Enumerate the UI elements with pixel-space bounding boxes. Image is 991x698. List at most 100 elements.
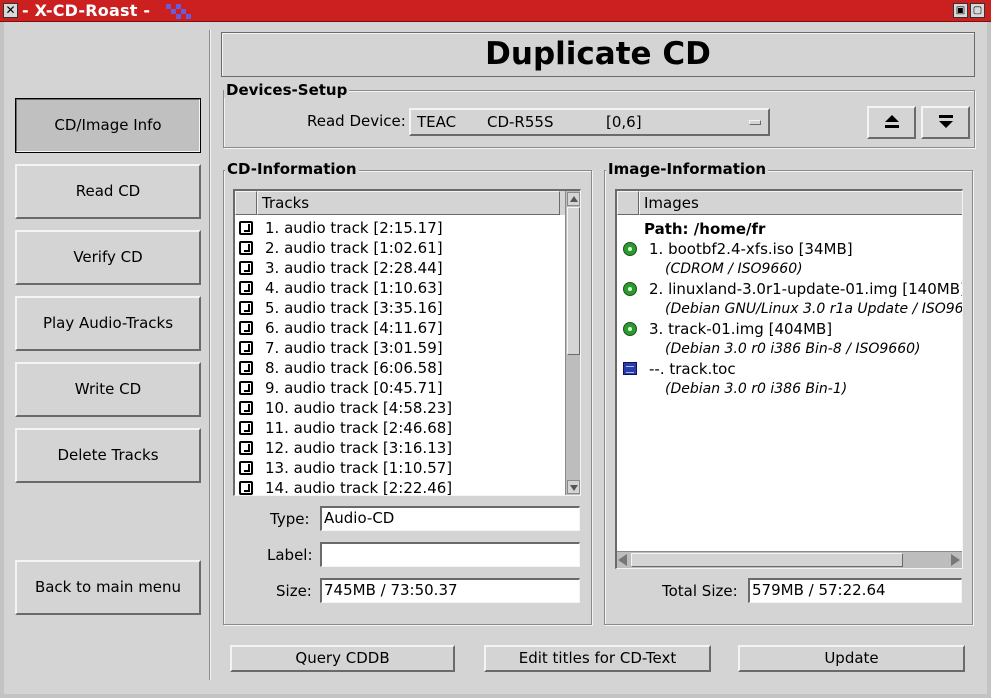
window-title-text: X-CD-Roast (34, 1, 138, 20)
eject-bar-icon (885, 125, 899, 128)
back-to-main-menu-button[interactable]: Back to main menu (15, 560, 201, 615)
track-row[interactable]: 8. audio track [6:06.58] (235, 358, 563, 378)
audio-track-icon (239, 421, 253, 435)
total-size-label: Total Size: (662, 582, 738, 600)
cd-image-icon (623, 242, 637, 256)
track-row[interactable]: 13. audio track [1:10.57] (235, 458, 563, 478)
track-label: 1. audio track [2:15.17] (265, 219, 443, 237)
audio-track-icon (239, 341, 253, 355)
sidebar-item-cd-image-info[interactable]: CD/Image Info (15, 98, 201, 153)
track-label: 3. audio track [2:28.44] (265, 259, 443, 277)
devices-setup-title: Devices-Setup (224, 81, 350, 99)
tracks-list[interactable]: Tracks 1. audio track [2:15.17] 2. audio … (233, 189, 581, 496)
type-field[interactable]: Audio-CD (320, 506, 580, 531)
sidebar-item-play-audio-tracks[interactable]: Play Audio-Tracks (15, 296, 201, 351)
option-menu-indicator-icon (749, 120, 761, 125)
track-label: 2. audio track [1:02.61] (265, 239, 443, 257)
images-column-header[interactable]: Images (639, 191, 962, 215)
image-row[interactable]: 3. track-01.img [404MB] (617, 319, 962, 339)
sidebar-item-verify-cd[interactable]: Verify CD (15, 230, 201, 285)
audio-track-icon (239, 381, 253, 395)
maximize-button[interactable]: ▢ (970, 3, 985, 18)
sidebar-item-delete-tracks[interactable]: Delete Tracks (15, 428, 201, 483)
audio-track-icon (239, 321, 253, 335)
image-name: 2. linuxland-3.0r1-update-01.img [140MB] (649, 280, 963, 298)
scroll-right-arrow-icon[interactable] (951, 554, 960, 566)
image-information-title: Image-Information (606, 160, 769, 178)
load-tray-icon (939, 121, 953, 128)
tracks-vertical-scrollbar[interactable] (565, 191, 580, 495)
image-description: (CDROM / ISO9660) (665, 261, 803, 277)
audio-track-icon (239, 361, 253, 375)
tracks-list-header: Tracks (235, 191, 565, 215)
tracks-icon-column-header[interactable] (235, 191, 257, 215)
track-row[interactable]: 3. audio track [2:28.44] (235, 258, 563, 278)
cd-image-icon (623, 322, 637, 336)
eject-icon (885, 115, 899, 122)
images-list[interactable]: Images Path: /home/fr 1. bootbf2.4-xfs.i… (615, 189, 963, 569)
size-label: Size: (276, 582, 312, 600)
track-label: 6. audio track [4:11.67] (265, 319, 443, 337)
scroll-left-arrow-icon[interactable] (618, 554, 627, 566)
edit-cd-text-button[interactable]: Edit titles for CD-Text (484, 645, 711, 672)
size-field[interactable]: 745MB / 73:50.37 (320, 578, 580, 603)
sidebar-item-read-cd[interactable]: Read CD (15, 164, 201, 219)
track-row[interactable]: 11. audio track [2:46.68] (235, 418, 563, 438)
audio-track-icon (239, 241, 253, 255)
audio-track-icon (239, 461, 253, 475)
track-row[interactable]: 6. audio track [4:11.67] (235, 318, 563, 338)
close-window-button[interactable]: ✕ (3, 3, 18, 18)
query-cddb-button[interactable]: Query CDDB (230, 645, 455, 672)
images-hscroll-thumb[interactable] (631, 553, 903, 567)
eject-button[interactable] (867, 106, 916, 139)
images-horizontal-scrollbar[interactable] (617, 551, 962, 568)
type-label: Type: (270, 510, 310, 528)
track-row[interactable]: 12. audio track [3:16.13] (235, 438, 563, 458)
image-name: --. track.toc (649, 360, 736, 378)
image-path: Path: /home/fr (644, 220, 766, 238)
scroll-up-arrow-icon[interactable] (567, 192, 580, 206)
load-tray-button[interactable] (921, 106, 970, 139)
image-name: 3. track-01.img [404MB] (649, 320, 833, 338)
audio-track-icon (239, 261, 253, 275)
images-icon-column-header[interactable] (617, 191, 639, 215)
audio-track-icon (239, 281, 253, 295)
page-title: Duplicate CD (221, 32, 975, 77)
image-row[interactable]: 2. linuxland-3.0r1-update-01.img [140MB] (617, 279, 963, 299)
images-list-header: Images (617, 191, 962, 215)
read-device-label: Read Device: (307, 112, 406, 130)
track-row[interactable]: 14. audio track [2:22.46] (235, 478, 563, 496)
cd-label-field[interactable] (320, 542, 580, 567)
sidebar-item-write-cd[interactable]: Write CD (15, 362, 201, 417)
track-row[interactable]: 5. audio track [3:35.16] (235, 298, 563, 318)
track-row[interactable]: 10. audio track [4:58.23] (235, 398, 563, 418)
scroll-down-arrow-icon[interactable] (567, 480, 580, 494)
read-device-model: CD-R55S (487, 113, 554, 131)
image-row[interactable]: --. track.toc (617, 359, 962, 379)
tracks-column-header[interactable]: Tracks (257, 191, 560, 215)
read-device-vendor: TEAC (417, 113, 457, 131)
toc-file-icon (623, 362, 637, 375)
total-size-field[interactable]: 579MB / 57:22.64 (748, 578, 962, 603)
image-description: (Debian GNU/Linux 3.0 r1a Update / ISO96… (665, 301, 963, 317)
iconify-button[interactable]: ▣ (953, 3, 968, 18)
image-name: 1. bootbf2.4-xfs.iso [34MB] (649, 240, 853, 258)
track-row[interactable]: 1. audio track [2:15.17] (235, 218, 563, 238)
tracks-scroll-thumb[interactable] (567, 207, 580, 355)
cd-image-icon (623, 282, 637, 296)
image-description: (Debian 3.0 r0 i386 Bin-8 / ISO9660) (665, 341, 921, 357)
track-row[interactable]: 4. audio track [1:10.63] (235, 278, 563, 298)
sidebar-divider (209, 30, 211, 680)
track-row[interactable]: 7. audio track [3:01.59] (235, 338, 563, 358)
track-label: 4. audio track [1:10.63] (265, 279, 443, 297)
track-label: 14. audio track [2:22.46] (265, 479, 453, 496)
track-row[interactable]: 9. audio track [0:45.71] (235, 378, 563, 398)
read-device-select[interactable]: TEAC CD-R55S [0,6] (409, 108, 770, 136)
track-label: 10. audio track [4:58.23] (265, 399, 453, 417)
track-label: 13. audio track [1:10.57] (265, 459, 453, 477)
track-row[interactable]: 2. audio track [1:02.61] (235, 238, 563, 258)
update-button[interactable]: Update (738, 645, 965, 672)
image-row[interactable]: 1. bootbf2.4-xfs.iso [34MB] (617, 239, 962, 259)
title-decoration-icon (166, 4, 196, 20)
title-bar[interactable]: ✕ - X-CD-Roast - ▣ ▢ (0, 0, 991, 22)
